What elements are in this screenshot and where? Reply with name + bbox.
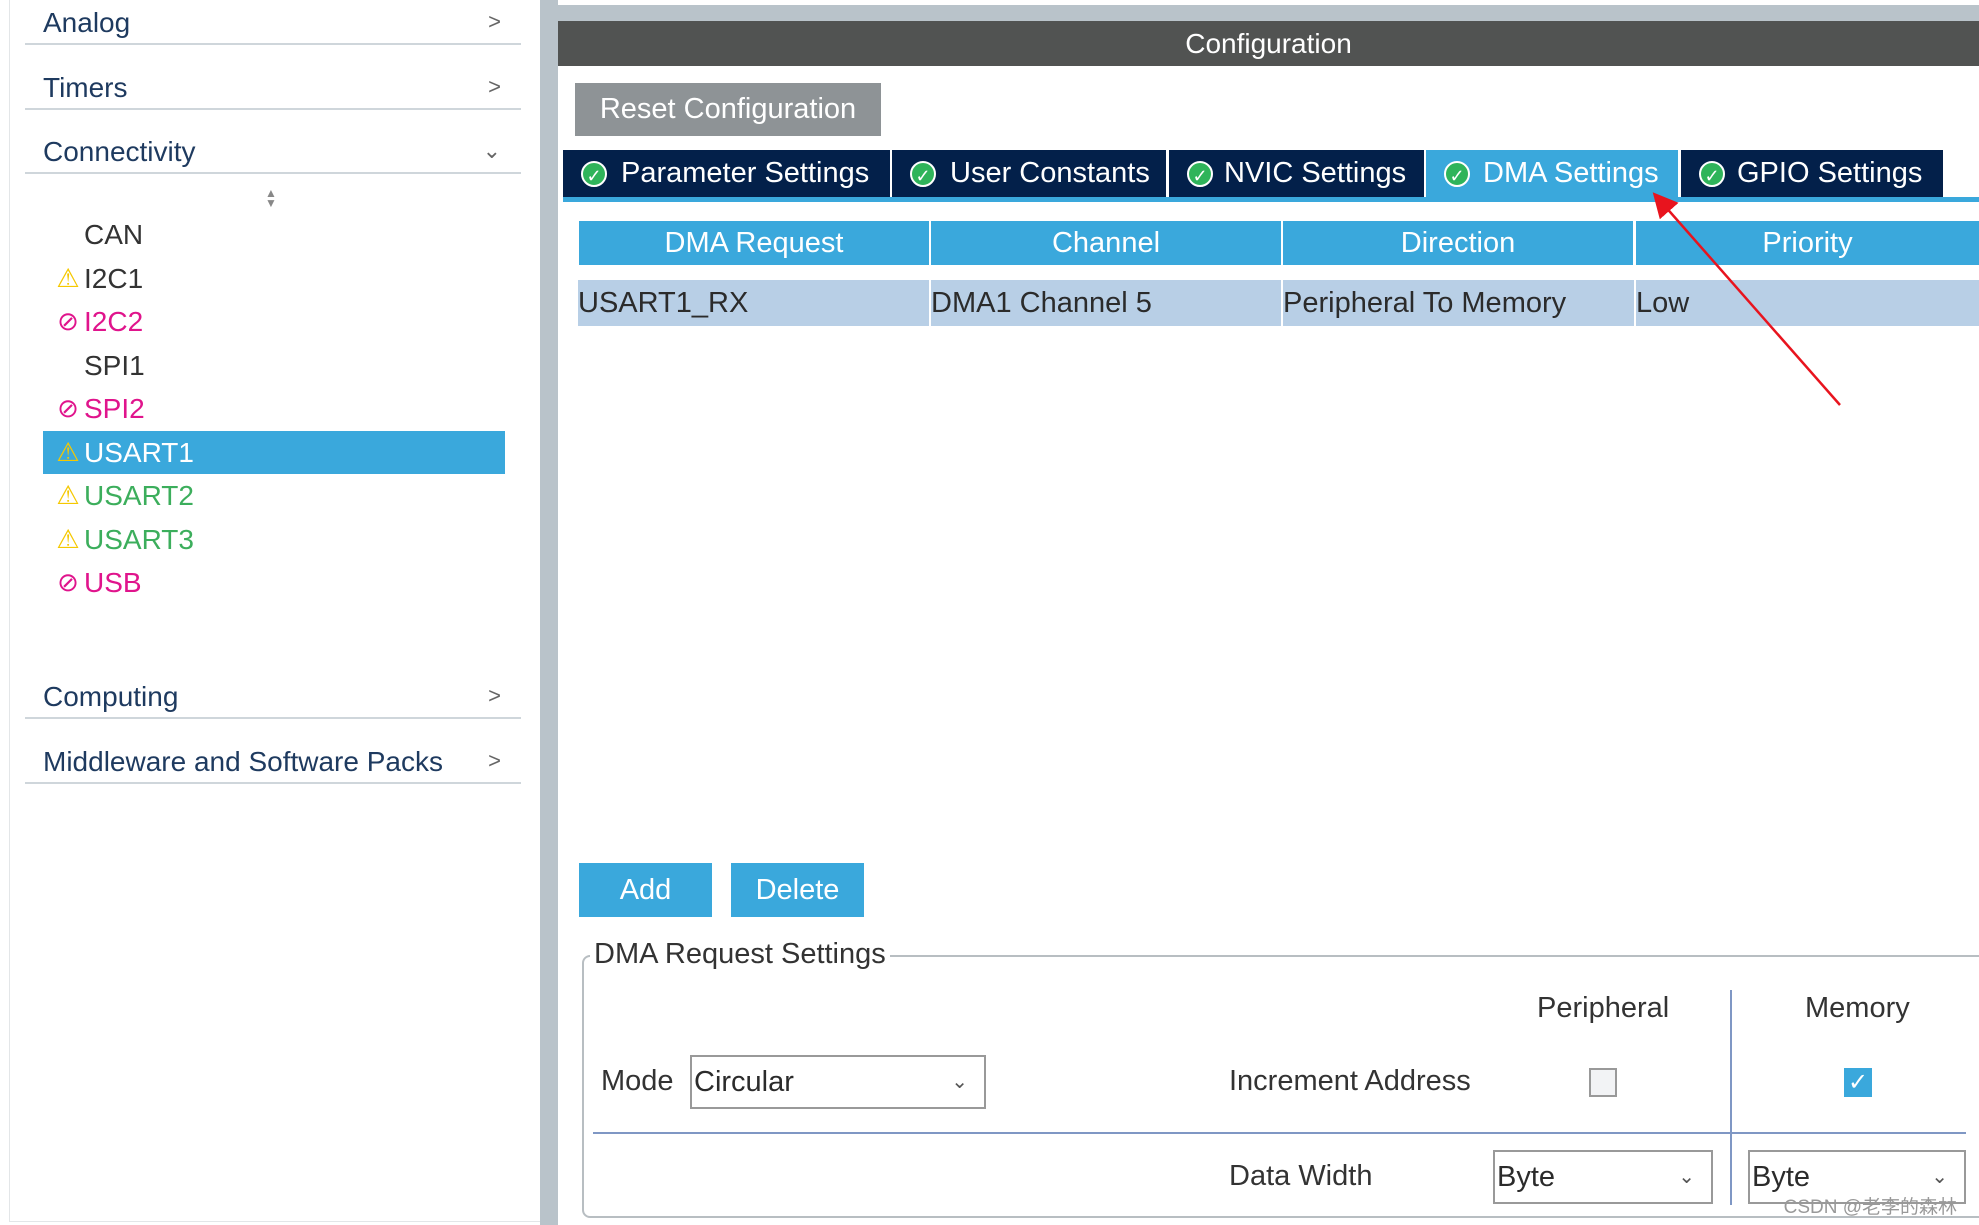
category-connectivity[interactable]: Connectivity ⌄ bbox=[25, 130, 521, 174]
sidebar-item-label: CAN bbox=[84, 219, 144, 250]
add-button[interactable]: Add bbox=[579, 863, 712, 917]
warning-icon: ⚠ bbox=[56, 523, 80, 554]
splitter[interactable] bbox=[540, 0, 558, 1225]
tab-dma-settings[interactable]: ✓ DMA Settings bbox=[1426, 150, 1678, 197]
sidebar-item-can[interactable]: CAN bbox=[43, 213, 505, 256]
row-divider bbox=[593, 1132, 1966, 1134]
tab-underline bbox=[563, 197, 1979, 202]
disabled-icon: ⊘ bbox=[57, 306, 79, 336]
sidebar-item-usart2[interactable]: ⚠ USART2 bbox=[43, 474, 505, 517]
check-circle-icon: ✓ bbox=[581, 161, 607, 187]
check-circle-icon: ✓ bbox=[1444, 161, 1470, 187]
cell-direction: Peripheral To Memory bbox=[1283, 280, 1634, 326]
memory-header: Memory bbox=[1805, 992, 1910, 1024]
peripheral-header: Peripheral bbox=[1537, 992, 1670, 1024]
sidebar-item-usart3[interactable]: ⚠ USART3 bbox=[43, 518, 505, 561]
warning-icon: ⚠ bbox=[56, 436, 80, 467]
warning-icon: ⚠ bbox=[56, 480, 80, 510]
increment-address-label: Increment Address bbox=[1229, 1065, 1471, 1097]
sidebar-item-usart1[interactable]: ⚠ USART1 bbox=[43, 430, 505, 474]
sidebar-item-label: USART2 bbox=[84, 480, 194, 511]
sidebar-item-spi2[interactable]: ⊘ SPI2 bbox=[43, 387, 505, 430]
sidebar-item-label: SPI2 bbox=[84, 393, 145, 424]
tab-parameter-settings[interactable]: ✓ Parameter Settings bbox=[563, 150, 890, 197]
cell-dma-request: USART1_RX bbox=[578, 280, 929, 326]
sidebar-item-label: I2C2 bbox=[84, 306, 144, 337]
top-strip bbox=[558, 5, 1979, 21]
chevron-down-icon: ⌄ bbox=[951, 1071, 968, 1093]
column-header-priority[interactable]: Priority bbox=[1636, 221, 1979, 265]
chevron-right-icon: > bbox=[488, 683, 501, 708]
check-icon: ✓ bbox=[1847, 1069, 1869, 1096]
sidebar-item-label: USART1 bbox=[84, 436, 194, 468]
sidebar-item-spi1[interactable]: SPI1 bbox=[43, 344, 505, 387]
configuration-header: Configuration bbox=[558, 21, 1979, 66]
category-middleware[interactable]: Middleware and Software Packs > bbox=[25, 740, 521, 784]
check-circle-icon: ✓ bbox=[1187, 161, 1213, 187]
reset-configuration-button[interactable]: Reset Configuration bbox=[575, 83, 881, 136]
category-computing[interactable]: Computing > bbox=[25, 675, 521, 719]
sidebar: Analog > Timers > Connectivity ⌄ ▲ ▼ CAN ⚠ I2C… bbox=[9, 0, 540, 1222]
cell-channel: DMA1 Channel 5 bbox=[931, 280, 1281, 326]
sidebar-item-label: SPI1 bbox=[84, 349, 145, 381]
sidebar-item-label: I2C1 bbox=[84, 262, 144, 294]
data-width-label: Data Width bbox=[1229, 1160, 1373, 1192]
column-divider bbox=[1730, 990, 1732, 1205]
disabled-icon: ⊘ bbox=[57, 567, 79, 597]
warning-icon: ⚠ bbox=[56, 262, 80, 293]
delete-button[interactable]: Delete bbox=[731, 863, 864, 917]
column-header-dma-request[interactable]: DMA Request bbox=[579, 221, 929, 265]
chevron-down-icon: ⌄ bbox=[1678, 1166, 1695, 1188]
watermark: CSDN @老李的森林 bbox=[1783, 1197, 1957, 1218]
sidebar-item-i2c1[interactable]: ⚠ I2C1 bbox=[43, 257, 505, 300]
column-header-channel[interactable]: Channel bbox=[931, 221, 1281, 265]
peripheral-increment-checkbox[interactable] bbox=[1589, 1068, 1617, 1097]
sidebar-item-label: USB bbox=[84, 567, 142, 598]
tab-user-constants[interactable]: ✓ User Constants bbox=[892, 150, 1166, 197]
sidebar-item-i2c2[interactable]: ⊘ I2C2 bbox=[43, 300, 505, 343]
peripheral-data-width-select[interactable]: Byte ⌄ bbox=[1493, 1150, 1713, 1204]
category-analog[interactable]: Analog > bbox=[25, 1, 521, 45]
chevron-down-icon: ⌄ bbox=[482, 138, 501, 163]
disabled-icon: ⊘ bbox=[57, 393, 79, 423]
cell-priority: Low bbox=[1636, 280, 1979, 326]
tab-gpio-settings[interactable]: ✓ GPIO Settings bbox=[1681, 150, 1943, 197]
column-header-direction[interactable]: Direction bbox=[1283, 221, 1633, 265]
check-circle-icon: ✓ bbox=[1699, 161, 1725, 187]
mode-label: Mode bbox=[601, 1065, 674, 1097]
chevron-right-icon: > bbox=[488, 9, 501, 34]
sidebar-item-label: USART3 bbox=[84, 523, 194, 555]
mode-select[interactable]: Circular ⌄ bbox=[690, 1055, 986, 1109]
sidebar-item-usb[interactable]: ⊘ USB bbox=[43, 561, 505, 604]
check-circle-icon: ✓ bbox=[910, 161, 936, 187]
group-legend: DMA Request Settings bbox=[590, 938, 890, 971]
sort-arrows-icon[interactable]: ▲ ▼ bbox=[265, 187, 277, 209]
memory-increment-checkbox[interactable]: ✓ bbox=[1844, 1068, 1872, 1097]
tab-nvic-settings[interactable]: ✓ NVIC Settings bbox=[1169, 150, 1424, 197]
chevron-right-icon: > bbox=[488, 748, 501, 773]
chevron-right-icon: > bbox=[488, 74, 501, 99]
category-timers[interactable]: Timers > bbox=[25, 66, 521, 110]
